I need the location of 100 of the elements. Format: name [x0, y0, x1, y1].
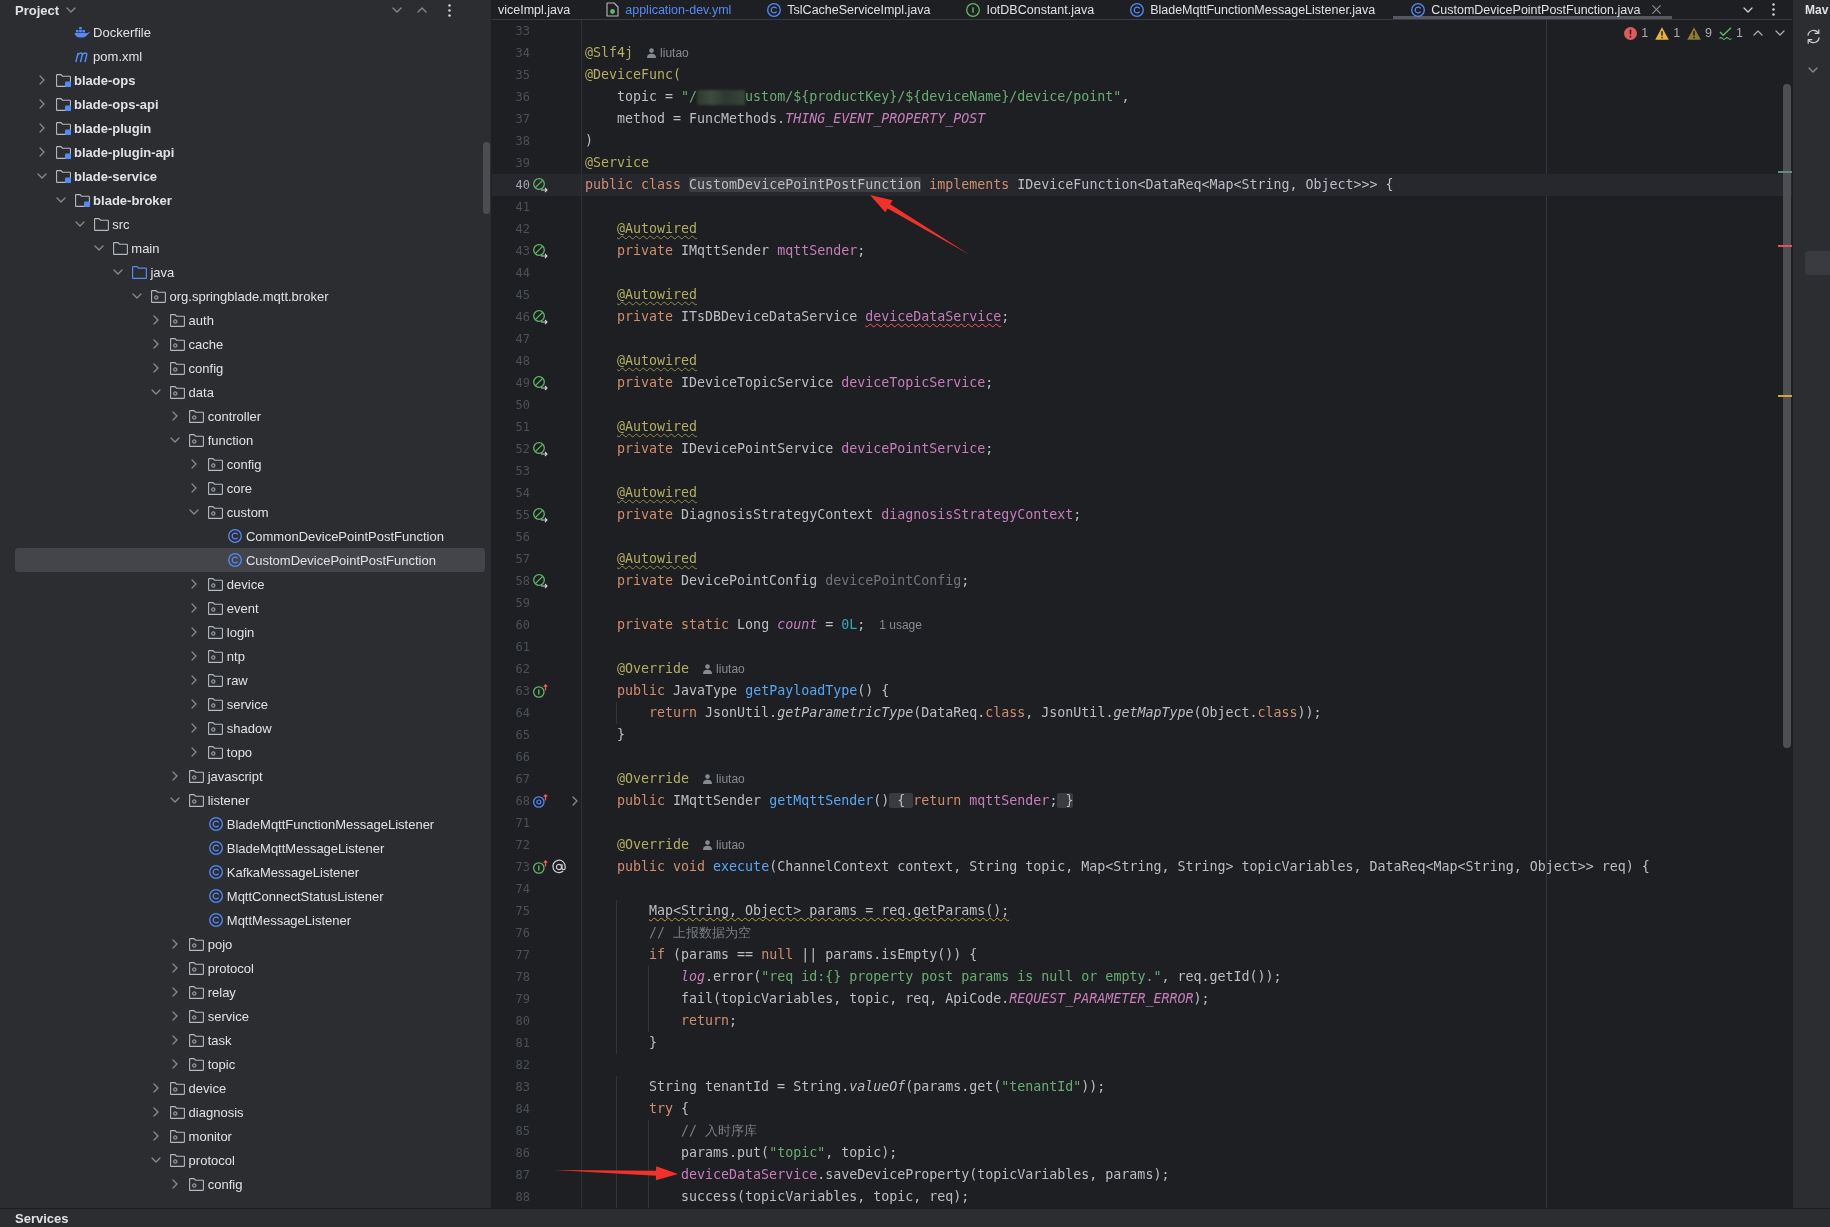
tree-item[interactable]: org.springblade.mqtt.broker: [15, 284, 485, 308]
chevron-right-icon[interactable]: [191, 699, 198, 709]
refresh-icon[interactable]: [1806, 29, 1821, 44]
chevron-right-icon[interactable]: [153, 339, 160, 349]
editor-tab[interactable]: IotDBConstant.java: [948, 0, 1113, 19]
tree-item[interactable]: controller: [15, 404, 485, 428]
tree-item[interactable]: blade-ops-api: [15, 92, 485, 116]
chevron-right-icon[interactable]: [191, 675, 198, 685]
editor-tab[interactable]: application-dev.yml: [588, 0, 750, 19]
tree-item[interactable]: protocol: [15, 956, 485, 980]
tree-item[interactable]: config: [15, 1172, 485, 1196]
tree-item[interactable]: topo: [15, 740, 485, 764]
chevron-right-icon[interactable]: [191, 747, 198, 757]
tree-item[interactable]: Dockerfile: [15, 20, 485, 44]
tree-item[interactable]: java: [15, 260, 485, 284]
editor-tab[interactable]: TslCacheServiceImpl.java: [749, 0, 949, 19]
tree-item[interactable]: shadow: [15, 716, 485, 740]
chevron-right-icon[interactable]: [191, 723, 198, 733]
inspection-counter[interactable]: 9: [1687, 24, 1713, 42]
chevron-down-icon[interactable]: [1743, 6, 1753, 13]
tree-item[interactable]: main: [15, 236, 485, 260]
tree-item[interactable]: core: [15, 476, 485, 500]
tree-item[interactable]: auth: [15, 308, 485, 332]
tree-item[interactable]: blade-plugin-api: [15, 140, 485, 164]
tree-item[interactable]: login: [15, 620, 485, 644]
tree-item[interactable]: blade-ops: [15, 68, 485, 92]
tree-item[interactable]: event: [15, 596, 485, 620]
tree-item[interactable]: data: [15, 380, 485, 404]
chevron-right-icon[interactable]: [38, 75, 45, 85]
tree-item[interactable]: config: [15, 452, 485, 476]
tree-item[interactable]: monitor: [15, 1124, 485, 1148]
tree-item[interactable]: relay: [15, 980, 485, 1004]
chevron-right-icon[interactable]: [38, 147, 45, 157]
code-line: if (params == null || params.isEmpty()) {: [649, 947, 978, 965]
tree-item[interactable]: task: [15, 1028, 485, 1052]
tree-item[interactable]: CommonDevicePointPostFunction: [15, 524, 485, 548]
chevron-right-icon[interactable]: [172, 987, 179, 997]
tree-item[interactable]: function: [15, 428, 485, 452]
more-icon[interactable]: [1772, 3, 1775, 16]
chevron-right-icon[interactable]: [38, 123, 45, 133]
inspection-counter[interactable]: 1: [1655, 24, 1681, 42]
tree-item[interactable]: blade-service: [15, 164, 485, 188]
chevron-down-icon[interactable]: [1775, 30, 1785, 36]
tree-item[interactable]: service: [15, 692, 485, 716]
more-icon[interactable]: [448, 3, 451, 17]
chevron-right-icon[interactable]: [191, 483, 198, 493]
chevron-right-icon[interactable]: [191, 651, 198, 661]
scrollbar-thumb[interactable]: [1783, 84, 1791, 748]
chevron-up-icon[interactable]: [417, 7, 427, 13]
tree-item[interactable]: device: [15, 572, 485, 596]
editor-tab[interactable]: viceImpl.java: [492, 0, 589, 19]
inspection-counter[interactable]: 1: [1719, 24, 1743, 42]
tree-item[interactable]: diagnosis: [15, 1100, 485, 1124]
inspection-counter[interactable]: 1: [1624, 24, 1649, 42]
chevron-right-icon[interactable]: [172, 939, 179, 949]
tree-item[interactable]: BladeMqttMessageListener: [15, 836, 485, 860]
chevron-right-icon[interactable]: [172, 1179, 179, 1189]
tree-item[interactable]: service: [15, 1004, 485, 1028]
chevron-right-icon[interactable]: [572, 796, 578, 806]
tree-item[interactable]: device: [15, 1076, 485, 1100]
tree-item[interactable]: config: [15, 356, 485, 380]
chevron-right-icon[interactable]: [172, 771, 179, 781]
tree-item[interactable]: listener: [15, 788, 485, 812]
chevron-right-icon[interactable]: [153, 315, 160, 325]
editor-tab[interactable]: CustomDevicePointPostFunction.java: [1393, 0, 1673, 19]
chevron-right-icon[interactable]: [38, 99, 45, 109]
tree-item[interactable]: CustomDevicePointPostFunction: [15, 548, 485, 572]
chevron-right-icon[interactable]: [191, 579, 198, 589]
tree-item[interactable]: BladeMqttFunctionMessageListener: [15, 812, 485, 836]
tree-item[interactable]: raw: [15, 668, 485, 692]
chevron-right-icon[interactable]: [172, 411, 179, 421]
tree-item[interactable]: javascript: [15, 764, 485, 788]
tree-item[interactable]: cache: [15, 332, 485, 356]
tree-item[interactable]: ntp: [15, 644, 485, 668]
tree-item[interactable]: pom.xml: [15, 44, 485, 68]
tree-item[interactable]: MqttConnectStatusListener: [15, 884, 485, 908]
chevron-right-icon[interactable]: [153, 363, 160, 373]
tree-item[interactable]: MqttMessageListener: [15, 908, 485, 932]
tree-item[interactable]: blade-plugin: [15, 116, 485, 140]
chevron-up-icon[interactable]: [1753, 30, 1763, 36]
tree-item[interactable]: protocol: [15, 1148, 485, 1172]
tree-item[interactable]: KafkaMessageListener: [15, 860, 485, 884]
chevron-right-icon[interactable]: [172, 963, 179, 973]
tree-item[interactable]: custom: [15, 500, 485, 524]
tree-item[interactable]: blade-broker: [15, 188, 485, 212]
chevron-right-icon[interactable]: [172, 1035, 179, 1045]
chevron-right-icon[interactable]: [191, 627, 198, 637]
chevron-right-icon[interactable]: [191, 459, 198, 469]
chevron-right-icon[interactable]: [153, 1083, 160, 1093]
chevron-right-icon[interactable]: [153, 1107, 160, 1117]
chevron-right-icon[interactable]: [191, 603, 198, 613]
close-icon[interactable]: [1652, 5, 1662, 14]
chevron-right-icon[interactable]: [172, 1059, 179, 1069]
tree-item[interactable]: src: [15, 212, 485, 236]
tree-item[interactable]: pojo: [15, 932, 485, 956]
chevron-right-icon[interactable]: [172, 1011, 179, 1021]
chevron-right-icon[interactable]: [153, 1131, 160, 1141]
scrollbar-thumb[interactable]: [483, 142, 490, 214]
editor-tab[interactable]: BladeMqttFunctionMessageListener.java: [1112, 0, 1394, 19]
tree-item[interactable]: topic: [15, 1052, 485, 1076]
